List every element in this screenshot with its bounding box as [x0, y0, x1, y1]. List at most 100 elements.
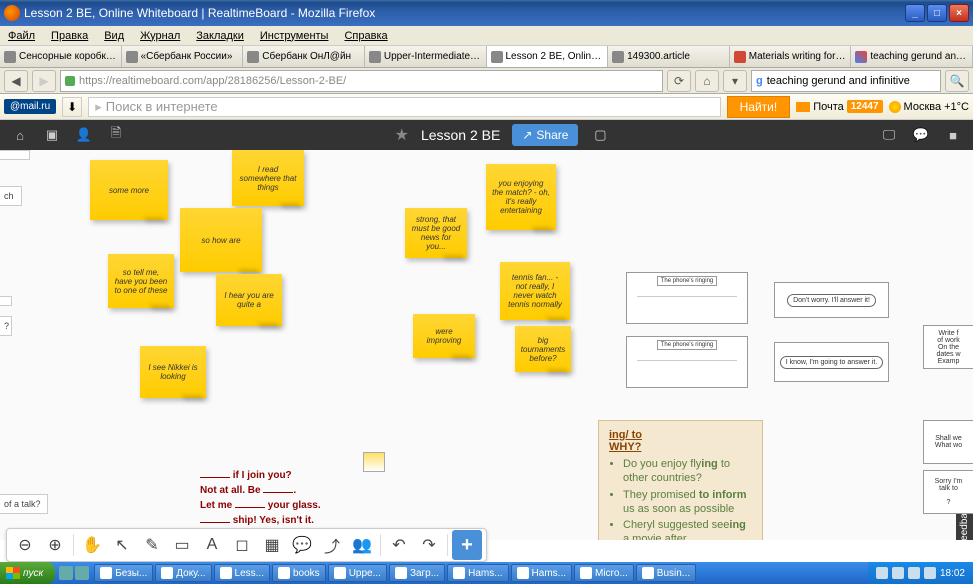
sticky-note[interactable]: were improving — [413, 314, 475, 358]
partial-text — [0, 296, 12, 306]
pen-tool[interactable]: ✎ — [138, 531, 166, 559]
taskbar-item[interactable]: Безы... — [94, 564, 153, 582]
tray-icon[interactable] — [924, 567, 936, 579]
taskbar-item[interactable]: Less... — [214, 564, 270, 582]
text-tool[interactable]: A — [198, 531, 226, 559]
sticky-note[interactable]: you enjoying the match? - oh, it's reall… — [486, 164, 556, 230]
browser-tab[interactable]: Upper-Intermediate-... — [365, 46, 487, 67]
mailru-logo[interactable]: @mail.ru — [4, 99, 56, 114]
sticky-note[interactable]: big tournaments before? — [515, 326, 571, 372]
frame-tool[interactable]: ▭ — [168, 531, 196, 559]
maximize-button[interactable]: □ — [927, 4, 947, 22]
board-title[interactable]: Lesson 2 BE — [421, 127, 500, 143]
mailru-find-button[interactable]: Найти! — [727, 96, 791, 118]
taskbar-item[interactable]: Hams... — [447, 564, 508, 582]
menu-item[interactable]: Справка — [336, 28, 395, 44]
people-tool[interactable]: 👥 — [348, 531, 376, 559]
clipped-panel[interactable]: Write f of work On the dates w Examp — [923, 325, 973, 369]
redo-button[interactable]: ↷ — [415, 531, 443, 559]
present-icon[interactable]: ▢ — [590, 125, 610, 145]
boards-icon[interactable]: ▣ — [42, 125, 62, 145]
menu-item[interactable]: Журнал — [132, 28, 188, 44]
menu-item[interactable]: Вид — [96, 28, 132, 44]
windows-icon — [6, 567, 20, 579]
comic-panel[interactable]: The phone's ringing — [626, 272, 748, 324]
star-icon[interactable]: ★ — [395, 125, 409, 145]
windows-taskbar: пуск Безы...Доку...Less...booksUppe...За… — [0, 562, 973, 584]
undo-button[interactable]: ↶ — [385, 531, 413, 559]
sticky-note[interactable]: I hear you are quite a — [216, 274, 282, 326]
taskbar-item[interactable]: books — [272, 564, 326, 582]
browser-tab[interactable]: 149300.article — [608, 46, 730, 67]
browser-tab[interactable]: Lesson 2 BE, Online ... — [487, 46, 609, 67]
sticky-note[interactable]: strong, that must be good news for you..… — [405, 208, 467, 258]
clipped-panel[interactable]: Shall we What wo — [923, 420, 973, 464]
mailru-search-input[interactable]: ▸ Поиск в интернете — [88, 97, 720, 117]
archive-icon[interactable]: 🗎 — [106, 125, 126, 145]
sticky-note[interactable]: so tell me, have you been to one of thes… — [108, 254, 174, 308]
dropdown-button[interactable]: ▾ — [723, 70, 747, 92]
people-icon[interactable]: 👤 — [74, 125, 94, 145]
taskbar-item[interactable]: Busin... — [636, 564, 696, 582]
menu-item[interactable]: Правка — [43, 28, 96, 44]
tray-icon[interactable] — [908, 567, 920, 579]
fill-blank-text[interactable]: if I join you?Not at all. Be .Let me you… — [200, 468, 321, 528]
upload-tool[interactable]: ⤴ — [318, 531, 346, 559]
browser-tab[interactable]: teaching gerund and i... — [851, 46, 973, 67]
back-button[interactable]: ◀ — [4, 70, 28, 92]
taskbar-item[interactable]: Uppe... — [328, 564, 387, 582]
sticky-tool[interactable]: ▦ — [258, 531, 286, 559]
taskbar-item[interactable]: Hams... — [511, 564, 572, 582]
comment-tool[interactable]: 💬 — [288, 531, 316, 559]
taskbar-item[interactable]: Micro... — [574, 564, 634, 582]
zoom-in-button[interactable]: ⊕ — [41, 531, 69, 559]
clipped-panel[interactable]: Sorry I'm talk to ? — [923, 470, 973, 514]
url-input[interactable]: https://realtimeboard.com/app/28186256/L… — [60, 70, 663, 92]
share-button[interactable]: ↗ Share — [512, 124, 578, 146]
forward-button[interactable]: ▶ — [32, 70, 56, 92]
sticky-note[interactable]: I see Nikkei is looking — [140, 346, 206, 398]
menu-item[interactable]: Инструменты — [252, 28, 337, 44]
thumbnail[interactable] — [363, 452, 385, 472]
browser-tab[interactable]: Сенсорные коробки... — [0, 46, 122, 67]
taskbar-item[interactable]: Доку... — [155, 564, 211, 582]
sticky-note[interactable]: tennis fan... - not really, I never watc… — [500, 262, 570, 320]
comic-panel[interactable]: The phone's ringing — [626, 336, 748, 388]
taskbar-item[interactable]: Загр... — [389, 564, 445, 582]
comic-panel[interactable]: I know, I'm going to answer it. — [774, 342, 889, 382]
zoom-out-button[interactable]: ⊖ — [11, 531, 39, 559]
search-box[interactable]: g teaching gerund and infinitive — [751, 70, 941, 92]
shapes-tool[interactable]: ◻ — [228, 531, 256, 559]
pointer-tool[interactable]: ↖ — [108, 531, 136, 559]
mailru-mail-button[interactable]: Почта 12447 — [796, 100, 882, 113]
start-button[interactable]: пуск — [0, 562, 55, 584]
browser-tab[interactable]: Materials writing for i... — [730, 46, 852, 67]
home-button[interactable]: ⌂ — [695, 70, 719, 92]
tray-icon[interactable] — [892, 567, 904, 579]
minimize-button[interactable]: _ — [905, 4, 925, 22]
close-button[interactable]: × — [949, 4, 969, 22]
menu-item[interactable]: Закладки — [188, 28, 252, 44]
video-icon[interactable]: ■ — [943, 125, 963, 145]
browser-tab[interactable]: «Сбербанк России» — [122, 46, 244, 67]
sticky-note[interactable]: I read somewhere that things — [232, 150, 304, 206]
tray-icon[interactable] — [876, 567, 888, 579]
grammar-box[interactable]: ing/ toWHY?Do you enjoy flying to other … — [598, 420, 763, 540]
comic-panel[interactable]: Don't worry. I'll answer it! — [774, 282, 889, 318]
whiteboard-canvas[interactable]: Feedback some moreI read somewhere that … — [0, 150, 973, 540]
sticky-note[interactable]: some more — [90, 160, 168, 220]
search-go-button[interactable]: 🔍 — [945, 70, 969, 92]
menu-item[interactable]: Файл — [0, 28, 43, 44]
hand-tool[interactable]: ✋ — [78, 531, 106, 559]
add-button[interactable]: + — [452, 530, 482, 560]
browser-tab[interactable]: Сбербанк ОнЛ@йн — [243, 46, 365, 67]
weather-widget[interactable]: Москва +1°C — [889, 101, 969, 113]
chat-icon[interactable]: 💬 — [911, 125, 931, 145]
sticky-note[interactable]: so how are — [180, 208, 262, 272]
screen-icon[interactable]: 🖵 — [879, 125, 899, 145]
ql-icon[interactable] — [75, 566, 89, 580]
clock[interactable]: 18:02 — [940, 568, 965, 579]
home-icon[interactable]: ⌂ — [10, 125, 30, 145]
reload-button[interactable]: ⟳ — [667, 70, 691, 92]
ql-icon[interactable] — [59, 566, 73, 580]
